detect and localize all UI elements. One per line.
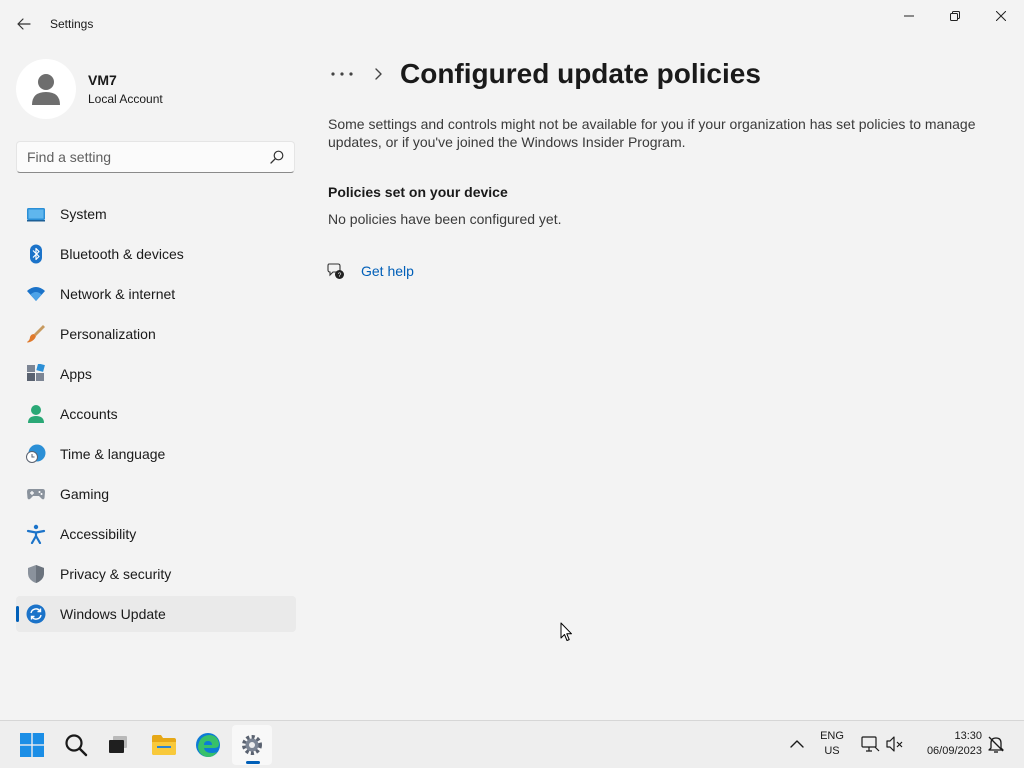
sidebar-item-label: Accounts — [60, 406, 118, 422]
wifi-icon — [27, 287, 45, 301]
clock-date: 06/09/2023 — [926, 745, 982, 757]
chevron-up-icon[interactable] — [787, 734, 807, 754]
mouse-cursor-icon — [560, 622, 572, 641]
edge-browser-button[interactable] — [188, 725, 228, 765]
keyboard-layout: US — [824, 745, 840, 757]
taskbar-search-button[interactable] — [56, 725, 96, 765]
svg-text:?: ? — [338, 272, 342, 279]
minimize-icon — [904, 15, 914, 17]
shield-icon — [28, 565, 44, 583]
clock-time: 13:30 — [954, 730, 982, 742]
restore-button[interactable] — [932, 0, 978, 32]
task-view-icon — [109, 736, 127, 753]
notification-bell-icon[interactable] — [986, 734, 1006, 754]
restore-icon — [950, 11, 960, 21]
title-bar: Settings — [0, 0, 1024, 48]
more-icon — [331, 72, 353, 76]
back-button[interactable] — [8, 8, 40, 40]
file-explorer-button[interactable] — [144, 725, 184, 765]
accounts-icon — [28, 405, 44, 423]
chevron-right-icon — [375, 68, 382, 80]
sidebar-item-personalization[interactable]: Personalization — [16, 316, 296, 352]
page-title: Configured update policies — [400, 58, 761, 89]
sidebar-item-network[interactable]: Network & internet — [16, 276, 296, 312]
accessibility-icon — [26, 524, 46, 544]
search-box[interactable] — [16, 141, 295, 173]
section-heading: Policies set on your device — [328, 184, 508, 200]
sidebar-item-windows-update[interactable]: Windows Update — [16, 596, 296, 632]
policy-notice: Some settings and controls might not be … — [328, 116, 976, 150]
gamepad-icon — [27, 489, 45, 500]
brush-icon — [27, 325, 45, 343]
account-type: Local Account — [88, 92, 163, 106]
clock-globe-icon — [26, 444, 46, 463]
sidebar-item-time-language[interactable]: Time & language — [16, 436, 296, 472]
start-button[interactable] — [12, 725, 52, 765]
network-icon[interactable] — [860, 734, 880, 754]
sidebar-item-system[interactable]: System — [16, 196, 296, 232]
sidebar-item-label: Network & internet — [60, 286, 176, 302]
sidebar-item-label: Bluetooth & devices — [60, 246, 184, 262]
active-app-indicator — [246, 761, 260, 764]
search-icon — [65, 734, 88, 757]
arrow-left-icon — [17, 18, 31, 30]
sidebar-item-gaming[interactable]: Gaming — [16, 476, 296, 512]
sidebar-item-label: Time & language — [60, 446, 166, 462]
close-icon — [996, 11, 1006, 21]
user-name: VM7 — [88, 72, 117, 88]
avatar[interactable] — [16, 59, 76, 119]
sidebar-item-label: Accessibility — [60, 526, 137, 542]
bluetooth-icon — [30, 244, 42, 264]
get-help-link[interactable]: Get help — [361, 263, 414, 279]
gear-icon — [242, 735, 262, 755]
close-button[interactable] — [978, 0, 1024, 32]
speaker-muted-icon[interactable] — [885, 734, 905, 754]
sidebar-item-label: Windows Update — [60, 606, 166, 622]
sidebar-item-label: System — [60, 206, 107, 222]
windows-logo-icon — [20, 733, 44, 757]
language-code: ENG — [820, 730, 844, 742]
sidebar-item-label: Privacy & security — [60, 566, 172, 582]
system-clock[interactable]: 13:30 06/09/2023 — [910, 729, 982, 759]
folder-icon — [152, 735, 176, 755]
breadcrumb-more-button[interactable] — [328, 62, 356, 86]
edge-icon — [196, 733, 220, 757]
search-input[interactable] — [27, 149, 267, 165]
minimize-button[interactable] — [886, 0, 932, 32]
sidebar-item-label: Apps — [60, 366, 92, 382]
system-icon — [27, 208, 45, 222]
user-icon — [32, 74, 60, 105]
task-view-button[interactable] — [99, 725, 139, 765]
sidebar-item-accessibility[interactable]: Accessibility — [16, 516, 296, 552]
sidebar-item-accounts[interactable]: Accounts — [16, 396, 296, 432]
selection-indicator — [16, 606, 19, 622]
search-icon[interactable] — [270, 150, 284, 164]
app-title: Settings — [50, 17, 94, 31]
sidebar-item-bluetooth[interactable]: Bluetooth & devices — [16, 236, 296, 272]
help-icon[interactable]: ? — [327, 262, 345, 280]
apps-icon — [27, 364, 45, 381]
sidebar-item-label: Gaming — [60, 486, 110, 502]
sidebar-item-privacy-security[interactable]: Privacy & security — [16, 556, 296, 592]
settings-taskbar-button[interactable] — [232, 725, 272, 765]
sidebar-item-apps[interactable]: Apps — [16, 356, 296, 392]
sidebar-item-label: Personalization — [60, 326, 156, 342]
sidebar-nav: System Bluetooth & devices Network & int… — [16, 196, 296, 636]
language-indicator[interactable]: ENG US — [812, 729, 852, 759]
update-icon — [26, 604, 46, 624]
section-body: No policies have been configured yet. — [328, 211, 562, 227]
